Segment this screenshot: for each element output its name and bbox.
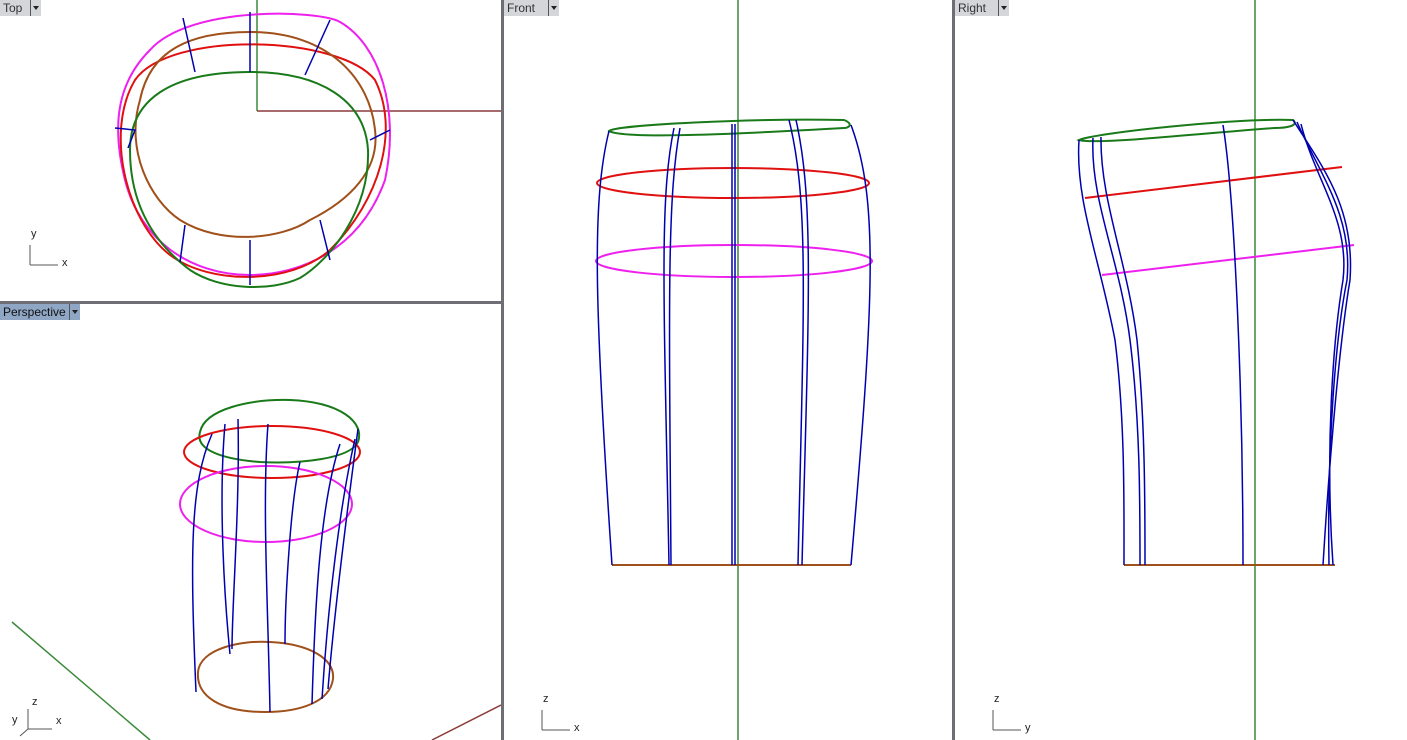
viewport-title-front[interactable]: Front bbox=[504, 0, 548, 16]
axis-label-z: z bbox=[32, 696, 38, 708]
right-view-geometry bbox=[992, 0, 1355, 740]
axis-label-x: x bbox=[574, 722, 580, 734]
axis-label-x: x bbox=[56, 715, 62, 727]
axis-label-y: y bbox=[12, 714, 18, 726]
axis-label-x: x bbox=[62, 257, 68, 269]
viewport-title-right[interactable]: Right bbox=[955, 0, 998, 16]
axis-label-z: z bbox=[994, 693, 1000, 705]
perspective-view-geometry bbox=[11, 398, 501, 740]
viewport-perspective[interactable]: z y x Perspective bbox=[0, 304, 501, 740]
viewport-front[interactable]: z x Front bbox=[504, 0, 952, 740]
axis-label-y: y bbox=[31, 228, 37, 240]
axis-label-y: y bbox=[1025, 722, 1031, 734]
viewport-menu-chevron-icon[interactable] bbox=[69, 304, 80, 320]
axis-label-z: z bbox=[543, 693, 549, 705]
viewport-menu-chevron-icon[interactable] bbox=[998, 0, 1009, 16]
viewport-menu-chevron-icon[interactable] bbox=[548, 0, 559, 16]
viewport-right[interactable]: z y Right bbox=[955, 0, 1407, 740]
viewport-top[interactable]: y x Top bbox=[0, 0, 501, 301]
front-view-geometry bbox=[541, 0, 873, 740]
viewport-menu-chevron-icon[interactable] bbox=[30, 0, 41, 16]
viewport-title-top[interactable]: Top bbox=[0, 0, 30, 16]
top-view-geometry bbox=[29, 0, 501, 288]
viewport-title-perspective[interactable]: Perspective bbox=[0, 304, 69, 320]
